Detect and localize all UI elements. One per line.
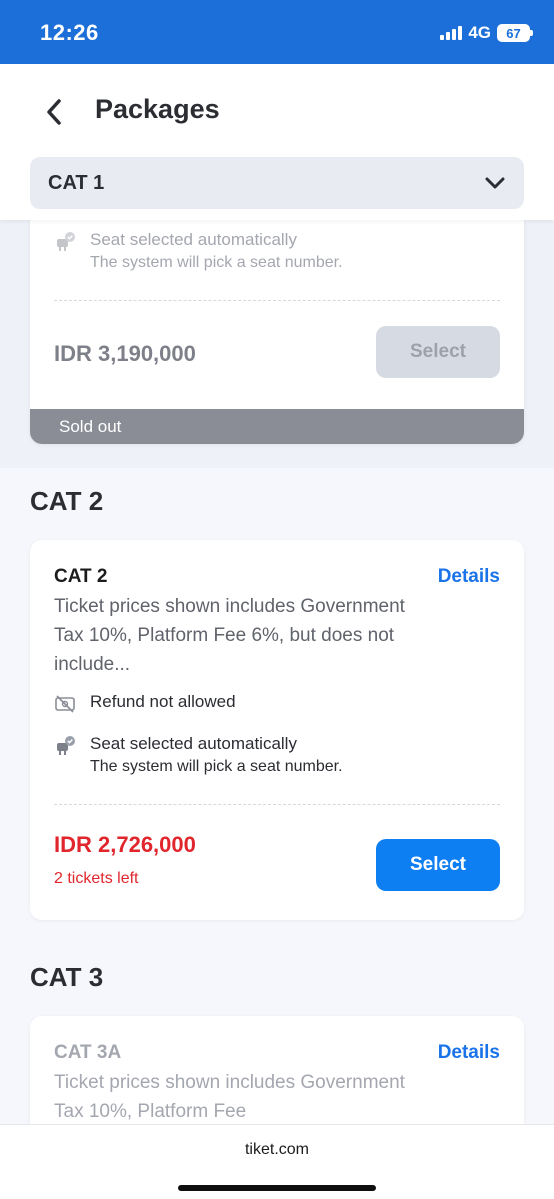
- package-price: IDR 3,190,000: [54, 341, 196, 366]
- sold-out-banner: Sold out: [30, 409, 524, 444]
- section-title-cat2: CAT 2: [30, 486, 104, 516]
- seat-icon: [57, 736, 75, 755]
- no-refund-icon: [55, 695, 75, 713]
- seat-info-subtitle: The system will pick a seat number.: [90, 758, 343, 775]
- package-card-cat2: CAT 2 Details Ticket prices shown includ…: [30, 540, 524, 920]
- status-time: 12:26: [40, 20, 99, 45]
- chevron-left-icon: [47, 99, 61, 125]
- page-title: Packages: [95, 94, 220, 124]
- divider: [54, 804, 500, 805]
- page-header: Packages CAT 1: [0, 64, 554, 220]
- browser-footer: tiket.com: [0, 1124, 554, 1199]
- divider: [54, 300, 500, 301]
- status-icons: 4G 67: [440, 22, 533, 44]
- seat-info-subtitle: The system will pick a seat number.: [90, 254, 343, 271]
- refund-info: Refund not allowed: [54, 692, 236, 715]
- category-dropdown[interactable]: CAT 1: [30, 157, 524, 209]
- tickets-left: 2 tickets left: [54, 870, 139, 887]
- dropdown-selected-value: CAT 1: [48, 171, 105, 194]
- details-link[interactable]: Details: [438, 1042, 500, 1064]
- home-indicator[interactable]: [178, 1185, 376, 1191]
- status-bar: 12:26 4G 67: [0, 0, 554, 64]
- select-button[interactable]: Select: [376, 839, 500, 891]
- section-title-cat3: CAT 3: [30, 962, 104, 992]
- package-description: Ticket prices shown includes Government …: [54, 596, 405, 675]
- select-button-disabled[interactable]: Select: [376, 326, 500, 378]
- package-price: IDR 2,726,000: [54, 832, 196, 857]
- chevron-down-icon: [485, 177, 505, 189]
- seat-info: Seat selected automatically The system w…: [54, 734, 343, 776]
- package-card-cat3: CAT 3A Details Ticket prices shown inclu…: [30, 1016, 524, 1124]
- package-card-cat1: Seat selected automatically The system w…: [30, 220, 524, 444]
- battery-level: 67: [506, 25, 521, 41]
- battery-icon: 67: [497, 24, 533, 42]
- url-label[interactable]: tiket.com: [0, 1141, 554, 1159]
- seat-info: Seat selected automatically The system w…: [54, 230, 343, 272]
- back-button[interactable]: [36, 94, 72, 130]
- package-name: CAT 2: [54, 566, 108, 587]
- network-type: 4G: [468, 23, 491, 42]
- package-description: Ticket prices shown includes Government …: [54, 1072, 405, 1122]
- signal-icon: [440, 26, 463, 40]
- seat-info-title: Seat selected automatically: [90, 734, 297, 753]
- packages-list[interactable]: Seat selected automatically The system w…: [0, 220, 554, 1124]
- seat-icon: [57, 232, 75, 251]
- seat-info-title: Seat selected automatically: [90, 230, 297, 249]
- refund-text: Refund not allowed: [90, 692, 236, 711]
- package-name: CAT 3A: [54, 1042, 122, 1063]
- details-link[interactable]: Details: [438, 566, 500, 588]
